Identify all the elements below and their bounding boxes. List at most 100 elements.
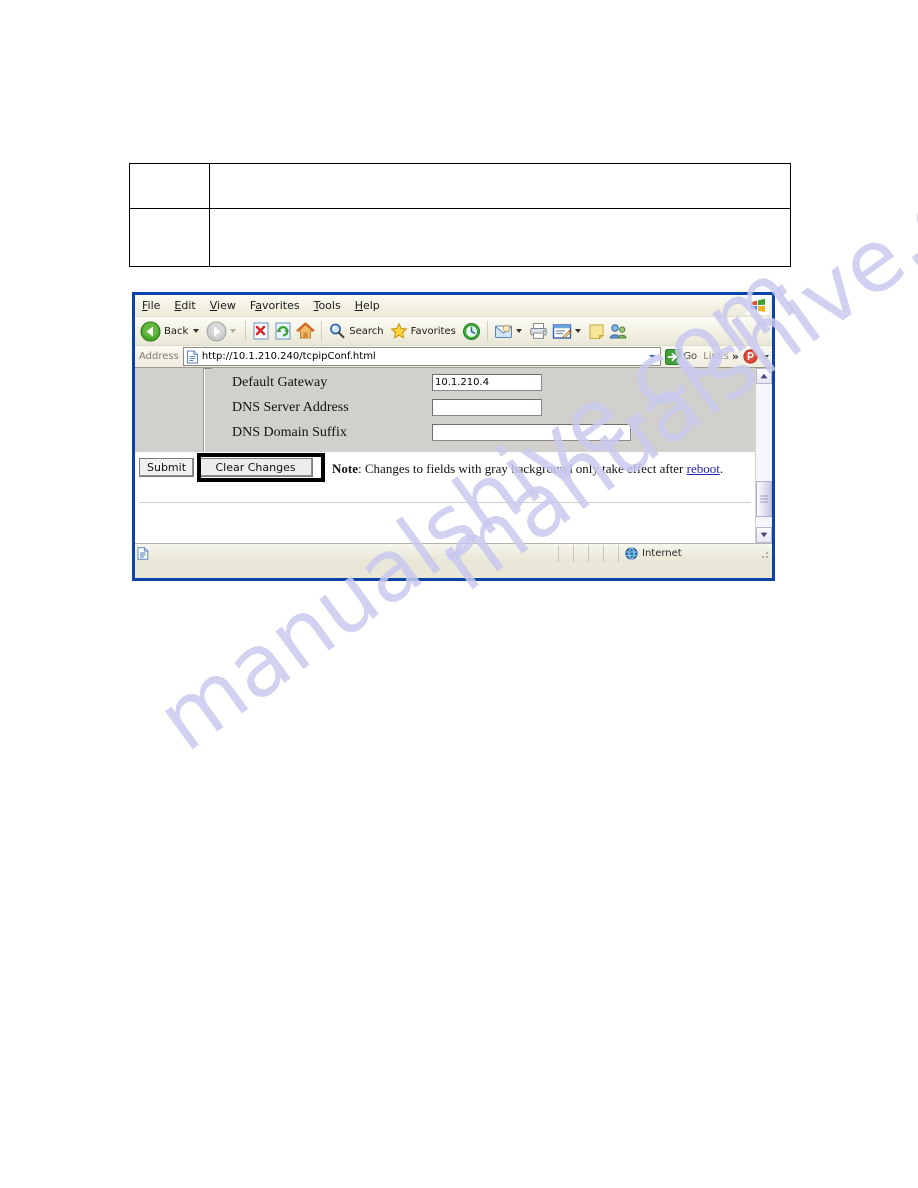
acrobat-icon[interactable] (743, 349, 758, 364)
security-zone[interactable]: Internet (618, 544, 760, 562)
globe-icon (625, 546, 638, 560)
chevron-down-icon[interactable] (515, 329, 522, 333)
toolbar-separator (486, 321, 488, 341)
menu-item-edit[interactable]: Edit (167, 299, 202, 312)
forward-button[interactable] (204, 319, 241, 343)
messenger-button[interactable] (607, 319, 630, 343)
horizontal-rule (139, 502, 751, 503)
refresh-button[interactable] (272, 319, 294, 343)
go-button[interactable]: Go (665, 348, 698, 365)
chevron-down-icon[interactable] (763, 354, 769, 359)
annotation-highlight-box (197, 453, 325, 482)
toolbar-separator (245, 321, 247, 341)
submit-button[interactable]: Submit (139, 458, 195, 477)
mail-icon (494, 323, 513, 340)
go-label: Go (683, 351, 698, 362)
links-label[interactable]: Links (703, 351, 729, 362)
back-label: Back (164, 325, 189, 337)
stop-icon (252, 322, 270, 340)
chevron-down-icon[interactable] (193, 329, 200, 333)
address-label: Address (139, 351, 179, 362)
resize-grip-icon[interactable] (760, 544, 772, 562)
status-cell (588, 544, 603, 562)
scrollbar-track[interactable] (756, 384, 772, 527)
form-fields: Default Gateway 10.1.210.4 DNS Server Ad… (205, 368, 755, 452)
note-prefix: Note (332, 461, 358, 476)
address-input[interactable]: http://10.1.210.240/tcpipConf.html (182, 347, 662, 366)
status-page-icon (135, 546, 151, 560)
form-actions: Submit Clear Changes Note: Changes to fi… (135, 452, 755, 488)
status-cell (573, 544, 588, 562)
document-table (129, 163, 792, 267)
table-row (129, 163, 792, 209)
browser-window: File Edit View Favorites Tools Help Back… (132, 292, 775, 581)
dns-server-address-input[interactable] (432, 399, 542, 416)
browser-toolbar: Back Search Favorites (135, 317, 772, 346)
notes-button[interactable] (586, 319, 607, 343)
print-button[interactable] (527, 319, 550, 343)
chevron-down-icon[interactable] (645, 349, 660, 364)
history-button[interactable] (460, 319, 483, 343)
messenger-icon (609, 323, 628, 340)
field-row-default-gateway: Default Gateway 10.1.210.4 (232, 370, 755, 395)
status-cell (558, 544, 573, 562)
scroll-thumb-grip (760, 495, 768, 503)
search-label: Search (349, 325, 384, 337)
favorites-label: Favorites (410, 325, 456, 337)
mail-button[interactable] (492, 319, 527, 343)
table-cell (208, 208, 792, 267)
form-note: Note: Changes to fields with gray backgr… (332, 461, 723, 477)
stop-button[interactable] (250, 319, 272, 343)
dns-domain-suffix-input[interactable] (432, 424, 631, 441)
menu-item-file[interactable]: File (135, 299, 167, 312)
status-cell (603, 544, 618, 562)
page-content: Default Gateway 10.1.210.4 DNS Server Ad… (135, 368, 755, 543)
config-form-panel: Default Gateway 10.1.210.4 DNS Server Ad… (135, 368, 755, 452)
reboot-link[interactable]: reboot (687, 461, 720, 476)
page-icon (186, 350, 199, 364)
default-gateway-input[interactable]: 10.1.210.4 (432, 374, 542, 391)
note-separator: : (358, 461, 365, 476)
table-row (129, 208, 792, 267)
table-cell (129, 208, 210, 267)
note-icon (588, 323, 605, 340)
nav-sidebar (135, 368, 212, 452)
address-bar: Address http://10.1.210.240/tcpipConf.ht… (135, 346, 772, 368)
scroll-down-icon[interactable] (756, 527, 772, 543)
home-icon (296, 322, 316, 340)
zone-label: Internet (642, 547, 682, 559)
menu-bar: File Edit View Favorites Tools Help (135, 295, 772, 317)
menu-item-favorites[interactable]: Favorites (243, 299, 307, 312)
go-arrow-icon (665, 348, 682, 365)
history-icon (462, 322, 481, 341)
edit-page-button[interactable] (550, 319, 586, 343)
search-button[interactable]: Search (326, 319, 387, 343)
scroll-thumb[interactable] (756, 481, 772, 517)
star-icon (390, 322, 408, 340)
toolbar-separator (321, 321, 323, 341)
edit-page-icon (552, 323, 572, 340)
menu-item-view[interactable]: View (203, 299, 243, 312)
double-chevron-icon[interactable]: » (732, 350, 739, 363)
page-viewport: Default Gateway 10.1.210.4 DNS Server Ad… (135, 368, 772, 543)
vertical-scrollbar[interactable] (755, 368, 772, 543)
note-suffix: . (719, 461, 724, 476)
favorites-button[interactable]: Favorites (388, 319, 460, 343)
field-label: Default Gateway (232, 374, 328, 390)
chevron-down-icon[interactable] (230, 329, 237, 333)
menu-item-help[interactable]: Help (348, 299, 387, 312)
scroll-up-icon[interactable] (756, 368, 772, 384)
table-cell (129, 163, 210, 209)
windows-flag-icon (747, 296, 769, 315)
printer-icon (529, 322, 548, 340)
field-label: DNS Server Address (232, 399, 349, 415)
magnifier-icon (328, 322, 346, 340)
chevron-down-icon[interactable] (574, 329, 581, 333)
field-row-dns-domain-suffix: DNS Domain Suffix (232, 420, 755, 445)
menu-item-tools[interactable]: Tools (307, 299, 348, 312)
back-button[interactable]: Back (138, 319, 204, 343)
note-text: Changes to fields with gray background o… (364, 461, 687, 476)
home-button[interactable] (294, 319, 317, 343)
field-row-dns-server-address: DNS Server Address (232, 395, 755, 420)
refresh-icon (274, 322, 292, 340)
